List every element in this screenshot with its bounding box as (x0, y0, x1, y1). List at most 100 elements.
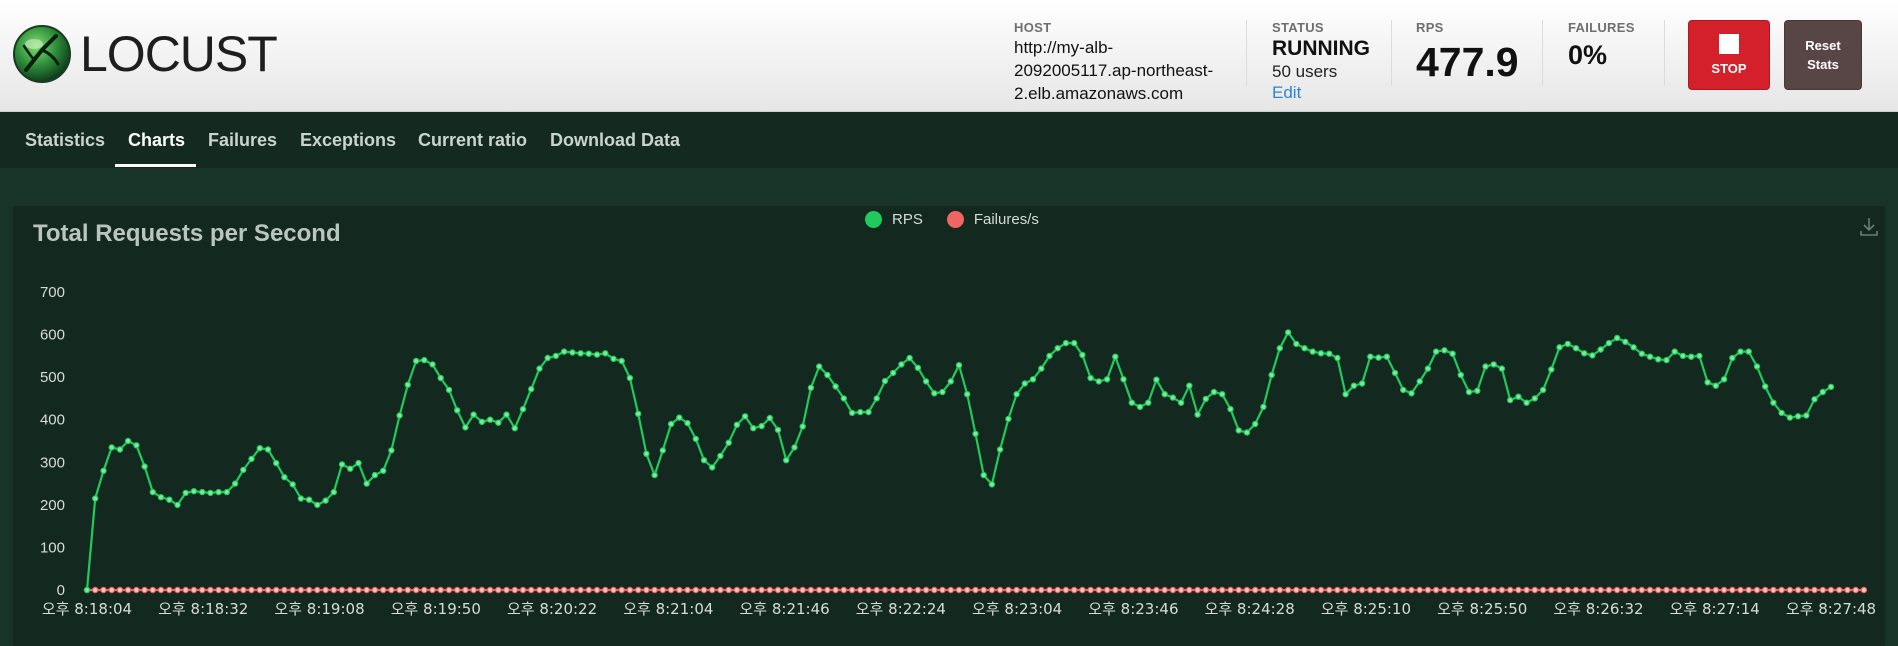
data-point-rps (799, 423, 806, 430)
data-point-rps (248, 455, 255, 463)
data-point-rps (988, 481, 996, 488)
data-point-rps (1260, 403, 1267, 411)
divider (1664, 20, 1665, 86)
data-point-rps (445, 386, 453, 394)
data-point-failures (1564, 586, 1572, 594)
data-point-rps (1005, 415, 1012, 423)
data-point-failures (330, 586, 337, 594)
data-point-rps (478, 418, 486, 425)
data-point-failures (1144, 586, 1152, 594)
host-value-line-1: http://my-alb- (1014, 38, 1114, 57)
data-point-failures (1803, 586, 1810, 594)
stop-button[interactable]: STOP (1688, 20, 1770, 90)
data-point-rps (791, 444, 798, 451)
legend-item-failures[interactable]: Failures/s (946, 211, 1039, 228)
data-point-failures (1465, 586, 1473, 594)
data-point-rps (1597, 346, 1604, 353)
data-point-failures (1827, 586, 1835, 594)
tab-current-ratio[interactable]: Current ratio (418, 130, 527, 151)
tab-failures[interactable]: Failures (208, 130, 277, 151)
data-point-rps (1564, 340, 1572, 348)
data-point-rps (569, 349, 576, 356)
download-icon[interactable] (1858, 216, 1880, 238)
data-point-failures (1070, 586, 1078, 594)
data-point-failures (1120, 586, 1127, 594)
data-point-rps (347, 465, 354, 472)
data-point-failures (133, 586, 140, 594)
data-point-rps (1375, 354, 1382, 361)
data-point-failures (988, 586, 996, 594)
data-point-rps (733, 421, 741, 428)
data-point-rps (692, 435, 700, 443)
data-point-rps (1457, 371, 1465, 379)
data-point-failures (1103, 586, 1111, 594)
data-point-rps (1761, 383, 1769, 390)
data-point-failures (396, 586, 403, 594)
data-point-failures (593, 586, 601, 594)
data-point-failures (700, 586, 708, 594)
legend-label-rps: RPS (892, 211, 923, 228)
data-point-failures (972, 586, 979, 594)
data-point-rps (1062, 339, 1070, 347)
data-point-rps (593, 351, 601, 358)
data-point-rps (198, 488, 206, 496)
x-tick-label: 오후 8:26:32 (1553, 600, 1643, 618)
data-point-failures (1506, 586, 1514, 594)
legend-item-rps[interactable]: RPS (865, 211, 923, 228)
data-point-failures (947, 586, 955, 594)
data-point-failures (1243, 586, 1251, 594)
y-tick-label: 200 (40, 497, 65, 514)
data-point-rps (980, 471, 987, 479)
data-point-rps (709, 464, 716, 471)
data-point-rps (816, 363, 823, 370)
data-point-failures (1844, 586, 1851, 594)
data-point-rps (519, 405, 527, 413)
data-point-failures (190, 586, 198, 594)
data-point-failures (454, 586, 461, 594)
tab-statistics[interactable]: Statistics (25, 130, 105, 151)
x-tick-label: 오후 8:18:04 (42, 600, 132, 618)
logo[interactable]: LOCUST (12, 22, 278, 86)
data-point-failures (1515, 586, 1522, 594)
data-point-failures (1819, 586, 1827, 594)
data-point-failures (1580, 586, 1588, 594)
data-point-failures (848, 586, 856, 594)
data-point-failures (626, 586, 634, 594)
data-point-rps (1819, 388, 1827, 396)
divider (1542, 20, 1543, 86)
data-point-rps (1794, 413, 1802, 420)
data-point-failures (1079, 586, 1086, 594)
tab-exceptions[interactable]: Exceptions (300, 130, 396, 151)
tab-charts[interactable]: Charts (128, 130, 185, 151)
chart-legend: RPS Failures/s (865, 211, 1063, 228)
data-point-failures (1013, 586, 1020, 594)
data-point-rps (659, 447, 667, 454)
data-point-rps (758, 422, 765, 430)
data-point-rps (1103, 376, 1111, 383)
data-point-rps (1235, 427, 1242, 434)
data-point-rps (832, 383, 839, 390)
data-point-rps (363, 480, 370, 487)
data-point-failures (347, 586, 354, 594)
data-point-rps (1416, 378, 1423, 385)
rps-chart: 0 100 200 300 400 500 600 700 오후 8:18:04 오후 8:18:… (40, 284, 1876, 618)
data-point-rps (495, 419, 502, 426)
data-point-rps (412, 357, 420, 365)
data-point-rps (91, 495, 99, 502)
data-point-failures (643, 586, 650, 594)
data-point-rps (141, 463, 148, 470)
host-value-line-2: 2092005117.ap-northeast- (1014, 61, 1214, 80)
tab-download-data[interactable]: Download Data (550, 130, 680, 151)
edit-link[interactable]: Edit (1272, 82, 1370, 103)
data-point-failures (980, 586, 987, 594)
tab-bar: Statistics Charts Failures Exceptions Cu… (0, 112, 1898, 168)
data-point-rps (774, 426, 782, 434)
data-point-rps (503, 411, 510, 418)
reset-stats-button[interactable]: Reset Stats (1784, 20, 1862, 90)
x-tick-label: 오후 8:22:24 (856, 600, 946, 618)
data-point-failures (725, 586, 732, 594)
legend-swatch-rps (865, 211, 882, 228)
data-point-failures (741, 586, 749, 594)
data-point-rps (1441, 347, 1448, 354)
data-point-failures (412, 586, 420, 594)
